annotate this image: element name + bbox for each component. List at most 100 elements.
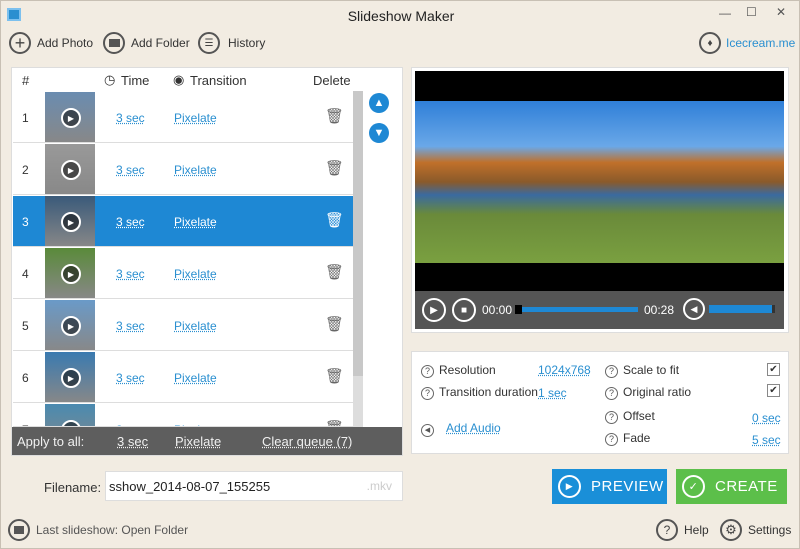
photo-thumbnail[interactable]: ▶: [45, 196, 95, 246]
header-delete: Delete: [313, 73, 351, 88]
trash-icon[interactable]: 🗑: [325, 159, 344, 177]
volume-icon[interactable]: ◀: [683, 298, 705, 320]
play-button[interactable]: ▶: [422, 298, 446, 322]
trash-icon[interactable]: 🗑: [325, 315, 344, 333]
apply-all-time[interactable]: 3 sec: [117, 434, 148, 449]
row-time[interactable]: 3 sec: [116, 111, 145, 125]
row-number: 5: [22, 319, 29, 333]
offset-link[interactable]: 0 sec: [752, 411, 781, 425]
row-transition[interactable]: Pixelate: [174, 163, 217, 177]
row-time[interactable]: 3 sec: [116, 215, 145, 229]
table-row[interactable]: 3 ▶ 3 sec Pixelate 🗑: [13, 196, 353, 247]
trash-icon[interactable]: 🗑: [325, 419, 344, 426]
trash-icon[interactable]: 🗑: [325, 263, 344, 281]
row-transition[interactable]: Pixelate: [174, 319, 217, 333]
row-transition[interactable]: Pixelate: [174, 267, 217, 281]
trash-icon[interactable]: 🗑: [325, 367, 344, 385]
player-controls: ▶ ■ 00:00 00:28 ◀: [415, 291, 784, 329]
resolution-link[interactable]: 1024x768: [538, 363, 591, 377]
help-icon: ?: [605, 433, 618, 446]
fade-label: ? Fade: [605, 431, 650, 446]
photo-thumbnail[interactable]: ▶: [45, 404, 95, 426]
clear-queue-link[interactable]: Clear queue (7): [262, 434, 352, 449]
row-time[interactable]: 3 sec: [116, 319, 145, 333]
help-icon: ?: [421, 365, 434, 378]
icecream-logo-icon: ♦: [699, 32, 721, 54]
play-icon[interactable]: ▶: [61, 316, 81, 336]
row-time[interactable]: 3 sec: [116, 163, 145, 177]
add-photo-button[interactable]: + Add Photo: [9, 32, 93, 54]
last-slideshow-link[interactable]: Last slideshow: Open Folder: [8, 519, 188, 541]
offset-label: ? Offset: [605, 409, 655, 424]
volume-bar[interactable]: [709, 305, 775, 313]
folder-icon: [8, 519, 30, 541]
photo-thumbnail[interactable]: ▶: [45, 92, 95, 142]
header-num: #: [22, 73, 30, 88]
help-button[interactable]: ? Help: [656, 519, 709, 541]
photo-thumbnail[interactable]: ▶: [45, 352, 95, 402]
header-time: Time: [121, 73, 150, 88]
row-time[interactable]: 3 sec: [116, 371, 145, 385]
fade-link[interactable]: 5 sec: [752, 433, 781, 447]
apply-all-transition[interactable]: Pixelate: [175, 434, 221, 449]
play-icon[interactable]: ▶: [61, 264, 81, 284]
play-icon[interactable]: ▶: [61, 160, 81, 180]
help-icon: ?: [656, 519, 678, 541]
history-button[interactable]: ☰ History: [198, 32, 265, 54]
add-folder-button[interactable]: Add Folder: [103, 32, 190, 54]
trash-icon[interactable]: 🗑: [325, 211, 344, 229]
clock-icon: ◷: [104, 72, 116, 87]
transition-duration-link[interactable]: 1 sec: [538, 386, 567, 400]
total-time: 00:28: [644, 303, 675, 317]
maximize-button[interactable]: ☐: [746, 5, 757, 19]
row-number: 2: [22, 163, 29, 177]
play-icon[interactable]: ▶: [61, 108, 81, 128]
create-button[interactable]: ✓ CREATE: [676, 469, 787, 504]
apply-all-label: Apply to all:: [17, 434, 85, 449]
move-up-button[interactable]: ▲: [369, 93, 389, 113]
play-icon[interactable]: ▶: [61, 368, 81, 388]
minimize-button[interactable]: —: [719, 6, 731, 20]
row-time[interactable]: 3 sec: [116, 267, 145, 281]
preview-button[interactable]: ▶ PREVIEW: [552, 469, 667, 504]
scale-to-fit-checkbox[interactable]: ✔: [767, 363, 780, 376]
settings-panel: ? Resolution 1024x768 ? Transition duratio…: [411, 351, 789, 454]
original-ratio-checkbox[interactable]: ✔: [767, 384, 780, 397]
apply-all-bar: Apply to all: 3 sec Pixelate Clear queue…: [12, 427, 402, 455]
row-transition[interactable]: Pixelate: [174, 111, 217, 125]
settings-button[interactable]: ⚙ Settings: [720, 519, 791, 541]
table-row[interactable]: 4 ▶ 3 sec Pixelate 🗑: [13, 248, 353, 299]
play-icon[interactable]: ▶: [61, 420, 81, 426]
seek-bar[interactable]: [515, 305, 638, 314]
table-row[interactable]: 5 ▶ 3 sec Pixelate 🗑: [13, 300, 353, 351]
brand-link[interactable]: ♦ Icecream.me: [699, 32, 795, 54]
photo-thumbnail[interactable]: ▶: [45, 248, 95, 298]
help-icon: ?: [421, 387, 434, 400]
move-down-button[interactable]: ▼: [369, 123, 389, 143]
table-row[interactable]: 2 ▶ 3 sec Pixelate 🗑: [13, 144, 353, 195]
scrollbar[interactable]: [353, 91, 363, 428]
photo-thumbnail[interactable]: ▶: [45, 144, 95, 194]
add-audio[interactable]: ◀ Add Audio: [421, 421, 501, 437]
table-row[interactable]: 7 ▶ 3 sec Pixelate 🗑: [13, 404, 353, 427]
row-number: 4: [22, 267, 29, 281]
scrollbar-thumb[interactable]: [353, 91, 363, 376]
filename-input[interactable]: sshow_2014-08-07_155255 .mkv: [105, 471, 403, 501]
trash-icon[interactable]: 🗑: [325, 107, 344, 125]
row-transition[interactable]: Pixelate: [174, 215, 217, 229]
row-number: 3: [22, 215, 29, 229]
row-number: 1: [22, 111, 29, 125]
brand-label: Icecream.me: [726, 36, 796, 50]
play-icon[interactable]: ▶: [61, 212, 81, 232]
row-transition[interactable]: Pixelate: [174, 371, 217, 385]
resolution-label: ? Resolution: [421, 363, 496, 378]
check-icon: ✓: [682, 475, 705, 498]
table-row[interactable]: 1 ▶ 3 sec Pixelate 🗑: [13, 92, 353, 143]
seek-handle[interactable]: [515, 305, 522, 314]
close-button[interactable]: ✕: [776, 5, 786, 19]
add-photo-label: Add Photo: [37, 36, 94, 50]
photo-thumbnail[interactable]: ▶: [45, 300, 95, 350]
add-folder-label: Add Folder: [131, 36, 190, 50]
stop-button[interactable]: ■: [452, 298, 476, 322]
table-row[interactable]: 6 ▶ 3 sec Pixelate 🗑: [13, 352, 353, 403]
